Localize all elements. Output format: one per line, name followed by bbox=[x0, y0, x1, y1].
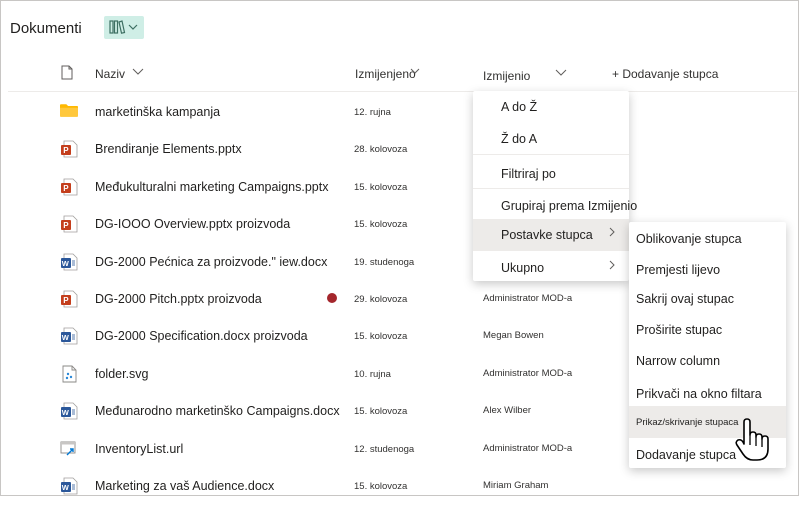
chevron-down-icon bbox=[555, 66, 567, 80]
url-file-icon bbox=[60, 440, 78, 458]
menu-item-filter-by[interactable]: Filtriraj po bbox=[501, 167, 556, 181]
powerpoint-icon bbox=[60, 140, 78, 158]
chevron-down-icon bbox=[410, 65, 420, 79]
column-header-name-label: Naziv bbox=[95, 67, 126, 81]
column-header-modified-label: Izmijenjeno bbox=[355, 67, 416, 81]
word-icon bbox=[60, 327, 78, 345]
chevron-down-icon bbox=[132, 65, 144, 79]
modified-date: 15. kolovoza bbox=[354, 181, 408, 193]
modified-date: 19. studenoga bbox=[354, 256, 415, 268]
submenu-item-format-column[interactable]: Oblikovanje stupca bbox=[636, 232, 742, 246]
column-header-modified[interactable]: Izmijenjeno bbox=[355, 67, 420, 81]
menu-divider bbox=[473, 188, 629, 189]
file-row[interactable]: Brendiranje Elements.pptx 28. kolovoza bbox=[0, 131, 800, 168]
file-name-link[interactable]: DG-2000 Pećnica za proizvode." iew.docx bbox=[95, 255, 327, 269]
modified-date: 10. rujna bbox=[354, 368, 391, 380]
modified-by: Megan Bowen bbox=[483, 330, 544, 342]
modified-date: 15. kolovoza bbox=[354, 406, 408, 418]
page-title: Dokumenti bbox=[10, 20, 82, 37]
modified-date: 29. kolovoza bbox=[354, 294, 408, 305]
file-row[interactable]: Međukulturalni marketing Campaigns.pptx 1… bbox=[0, 169, 800, 206]
menu-divider bbox=[473, 154, 629, 155]
modified-date: 12. rujna bbox=[354, 107, 391, 118]
menu-item-sort-z-a[interactable]: Ž do A bbox=[501, 132, 537, 146]
column-header-name[interactable]: Naziv bbox=[95, 67, 144, 81]
hand-cursor-icon bbox=[735, 418, 769, 461]
status-alert-icon bbox=[327, 293, 337, 303]
submenu-item-show-hide-columns-label: Prikaz/skrivanje stupaca bbox=[636, 417, 739, 428]
menu-item-column-settings[interactable]: Postavke stupca bbox=[473, 219, 629, 251]
submenu-item-hide-column[interactable]: Sakrij ovaj stupac bbox=[636, 292, 734, 306]
powerpoint-icon bbox=[60, 290, 78, 308]
file-name-link[interactable]: Brendiranje Elements.pptx bbox=[95, 142, 242, 156]
view-switcher-button[interactable] bbox=[104, 16, 144, 39]
chevron-right-icon bbox=[608, 259, 616, 274]
file-name-link[interactable]: DG-IOOO Overview.pptx proizvoda bbox=[95, 217, 290, 231]
word-icon bbox=[60, 402, 78, 420]
header-divider bbox=[8, 91, 797, 92]
file-name-link[interactable]: DG-2000 Specification.docx proizvoda bbox=[95, 329, 308, 343]
column-header-modified-by[interactable]: Izmijenio bbox=[483, 69, 567, 83]
modified-date: 15. kolovoza bbox=[354, 331, 408, 343]
submenu-item-pin-to-filters[interactable]: Prikvači na okno filtara bbox=[636, 387, 762, 401]
file-name-link[interactable]: marketinška kampanja bbox=[95, 105, 220, 119]
submenu-item-move-left[interactable]: Premjesti lijevo bbox=[636, 263, 720, 277]
submenu-item-add-column[interactable]: Dodavanje stupca bbox=[636, 448, 736, 462]
word-icon bbox=[60, 477, 78, 495]
modified-by: Miriam Graham bbox=[483, 480, 549, 491]
file-name-link[interactable]: folder.svg bbox=[95, 367, 149, 381]
powerpoint-icon bbox=[60, 215, 78, 233]
file-name-link[interactable]: Marketing za vaš Audience.docx bbox=[95, 479, 274, 493]
modified-date: 15. kolovoza bbox=[354, 219, 408, 231]
file-name-link[interactable]: Međunarodno marketinško Campaigns.docx bbox=[95, 404, 340, 418]
file-row[interactable]: Marketing za vaš Audience.docx 15. kolovo… bbox=[0, 468, 800, 505]
modified-by: Administrator MOD-a bbox=[483, 442, 573, 454]
add-column-header[interactable]: + Dodavanje stupca bbox=[612, 67, 718, 81]
folder-icon bbox=[60, 103, 78, 118]
word-icon bbox=[60, 253, 78, 271]
submenu-item-narrow-column[interactable]: Narrow column bbox=[636, 354, 720, 368]
submenu-item-widen-column[interactable]: Proširite stupac bbox=[636, 323, 722, 337]
menu-item-column-settings-label: Postavke stupca bbox=[501, 228, 593, 242]
svg-file-icon bbox=[60, 365, 78, 383]
column-header-modified-by-label: Izmijenio bbox=[483, 69, 531, 83]
menu-item-sort-a-z[interactable]: A do Ž bbox=[501, 100, 537, 114]
modified-by: Alex Wilber bbox=[483, 405, 532, 417]
file-type-header-icon[interactable] bbox=[61, 65, 73, 80]
file-name-link[interactable]: InventoryList.url bbox=[95, 442, 183, 456]
modified-date: 15. kolovoza bbox=[354, 481, 408, 492]
powerpoint-icon bbox=[60, 178, 78, 196]
menu-item-group-by[interactable]: Grupiraj prema Izmijenio bbox=[501, 199, 637, 213]
modified-by: Administrator MOD-a bbox=[483, 293, 573, 304]
modified-date: 12. studenoga bbox=[354, 443, 415, 455]
column-context-menu: A do Ž Ž do A Filtriraj po Grupiraj prem… bbox=[473, 91, 637, 281]
chevron-right-icon bbox=[608, 226, 616, 241]
modified-date: 28. kolovoza bbox=[354, 144, 408, 156]
file-row[interactable]: marketinška kampanja 12. rujna bbox=[0, 94, 800, 131]
file-name-link[interactable]: DG-2000 Pitch.pptx proizvoda bbox=[95, 292, 262, 306]
file-name-link[interactable]: Međukulturalni marketing Campaigns.pptx bbox=[95, 180, 328, 194]
modified-by: Administrator MOD-a bbox=[483, 367, 573, 379]
menu-item-totals[interactable]: Ukupno bbox=[501, 261, 544, 275]
library-icon bbox=[109, 20, 138, 34]
